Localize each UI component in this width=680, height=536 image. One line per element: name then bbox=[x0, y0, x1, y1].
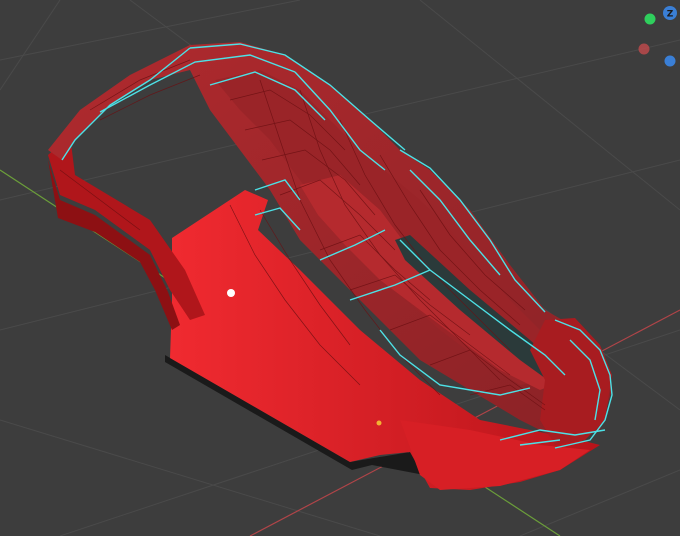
light-icon[interactable] bbox=[227, 289, 235, 297]
3d-viewport[interactable]: Z bbox=[0, 0, 680, 536]
car-body-mesh[interactable] bbox=[48, 42, 613, 490]
origin-dot-icon[interactable] bbox=[376, 420, 382, 426]
z-axis-dot-icon[interactable] bbox=[664, 55, 676, 67]
x-axis-dot-icon[interactable] bbox=[638, 43, 650, 55]
z-axis-label: Z bbox=[667, 10, 674, 20]
navigation-gizmo[interactable]: Z bbox=[638, 6, 678, 67]
scene-canvas[interactable]: Z bbox=[0, 0, 680, 536]
y-axis-dot-icon[interactable] bbox=[644, 13, 656, 25]
